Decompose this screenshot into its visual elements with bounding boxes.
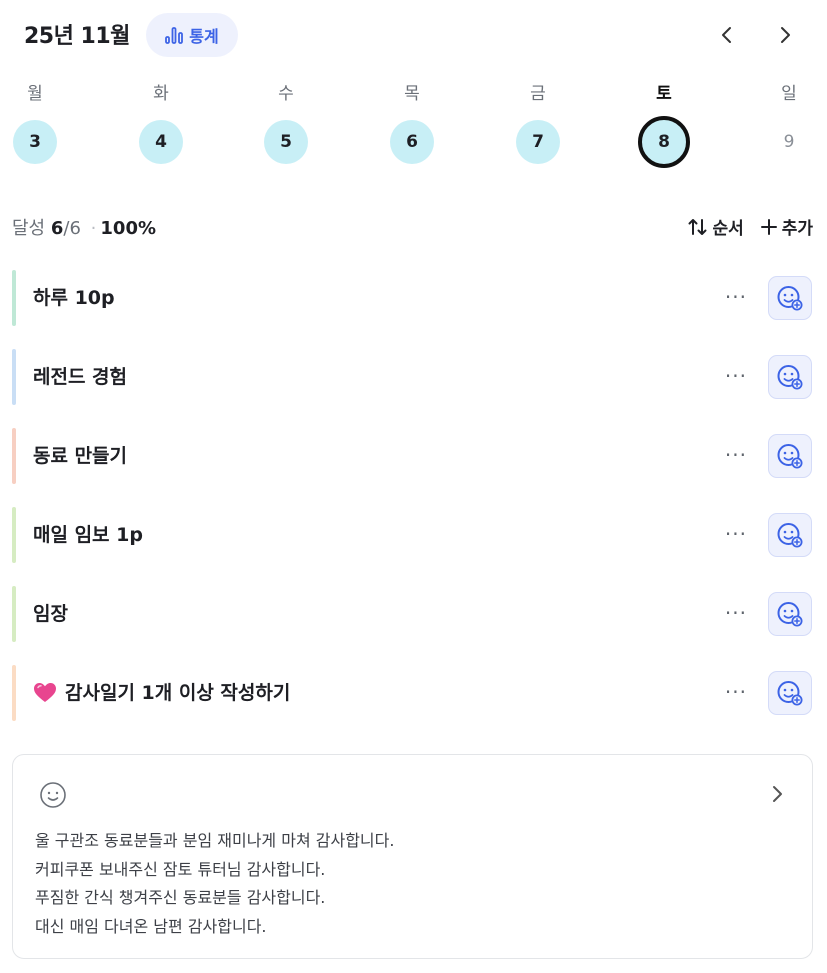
- emoji-reaction-button[interactable]: [768, 434, 812, 478]
- day-number: 7: [516, 120, 560, 164]
- next-week-button[interactable]: [770, 20, 800, 50]
- day-number-selected: 8: [638, 116, 690, 168]
- heart-icon: [34, 683, 56, 702]
- prev-week-button[interactable]: [712, 20, 742, 50]
- day-number: 9: [783, 132, 795, 152]
- achievement-summary: 달성 6/6 · 100%: [12, 214, 156, 240]
- day-name: 토: [656, 84, 672, 104]
- month-title: 25년 11월: [24, 24, 130, 49]
- journal-line: 커피쿠폰 보내주신 잠토 튜터님 감사합니다.: [35, 859, 326, 879]
- stats-button[interactable]: 통계: [146, 13, 238, 57]
- day-tue[interactable]: 화 4: [131, 80, 191, 164]
- task-item[interactable]: 레전드 경험 ···: [12, 347, 815, 407]
- smiley-icon: [40, 782, 66, 808]
- smiley-add-icon: [777, 365, 803, 390]
- chevron-right-icon: [781, 27, 790, 43]
- task-title: 매일 임보 1p: [33, 505, 143, 565]
- task-color-bar: [12, 586, 16, 642]
- emoji-reaction-button[interactable]: [768, 592, 812, 636]
- more-options-button[interactable]: ···: [725, 426, 747, 484]
- task-title: 임장: [33, 584, 68, 644]
- task-color-bar: [12, 665, 16, 721]
- task-color-bar: [12, 349, 16, 405]
- task-item[interactable]: 감사일기 1개 이상 작성하기 ···: [12, 663, 815, 723]
- sort-order-button[interactable]: 순서: [688, 214, 744, 239]
- emoji-reaction-button[interactable]: [768, 513, 812, 557]
- emoji-reaction-button[interactable]: [768, 276, 812, 320]
- bar-chart-icon: [165, 27, 184, 44]
- day-fri[interactable]: 금 7: [508, 80, 568, 164]
- task-title-text: 감사일기 1개 이상 작성하기: [65, 682, 291, 704]
- day-sun[interactable]: 일 9: [759, 80, 819, 164]
- task-item[interactable]: 동료 만들기 ···: [12, 426, 815, 486]
- task-title-text: 동료 만들기: [33, 445, 128, 467]
- task-title: 감사일기 1개 이상 작성하기: [33, 663, 290, 723]
- task-title-text: 레전드 경험: [33, 366, 128, 388]
- task-title-text: 매일 임보 1p: [33, 524, 143, 546]
- sort-arrows-icon: [688, 218, 707, 235]
- day-name: 화: [153, 84, 169, 104]
- summary-total: /6: [63, 218, 81, 239]
- day-name: 목: [404, 84, 420, 104]
- smiley-add-icon: [777, 602, 803, 627]
- day-number: 3: [13, 120, 57, 164]
- task-title: 레전드 경험: [33, 347, 127, 407]
- task-item[interactable]: 매일 임보 1p ···: [12, 505, 815, 565]
- smiley-add-icon: [777, 681, 803, 706]
- calendar-header: 25년 11월 통계: [0, 0, 827, 72]
- gratitude-journal-card[interactable]: 울 구관조 동료분들과 분임 재미나게 마쳐 감사합니다. 커피쿠폰 보내주신 …: [12, 754, 813, 959]
- add-task-button[interactable]: 추가: [760, 214, 813, 239]
- more-options-button[interactable]: ···: [725, 584, 747, 642]
- task-title: 하루 10p: [33, 268, 115, 328]
- plus-icon: [760, 218, 777, 235]
- journal-line: 대신 매임 다녀온 남편 감사합니다.: [35, 916, 267, 936]
- journal-line: 울 구관조 동료분들과 분임 재미나게 마쳐 감사합니다.: [35, 831, 395, 850]
- task-title-text: 하루 10p: [33, 287, 115, 309]
- day-name: 일: [781, 84, 797, 104]
- list-actions: 순서 추가: [688, 214, 813, 239]
- task-item[interactable]: 하루 10p ···: [12, 268, 815, 328]
- day-name: 수: [278, 84, 294, 104]
- more-options-button[interactable]: ···: [725, 268, 747, 326]
- day-wed[interactable]: 수 5: [256, 80, 316, 164]
- task-item[interactable]: 임장 ···: [12, 584, 815, 644]
- task-color-bar: [12, 428, 16, 484]
- task-color-bar: [12, 507, 16, 563]
- add-task-label: 추가: [781, 219, 813, 239]
- task-title-text: 임장: [33, 603, 68, 625]
- day-sat[interactable]: 토 8: [634, 80, 694, 168]
- chevron-right-icon[interactable]: [770, 783, 784, 805]
- task-title: 동료 만들기: [33, 426, 127, 486]
- summary-percent: 100%: [100, 218, 156, 239]
- day-number: 6: [390, 120, 434, 164]
- day-name: 월: [27, 84, 43, 104]
- day-thu[interactable]: 목 6: [382, 80, 442, 164]
- day-mon[interactable]: 월 3: [5, 80, 65, 164]
- more-options-button[interactable]: ···: [725, 663, 747, 721]
- week-strip: 월 3 화 4 수 5 목 6 금 7 토 8 일 9: [0, 80, 827, 180]
- summary-label: 달성: [12, 218, 46, 239]
- more-options-button[interactable]: ···: [725, 347, 747, 405]
- task-list: 하루 10p ··· 레전드 경험 ··· 동료 만들기 ··· 매일 임보 1…: [12, 268, 815, 742]
- summary-separator: ·: [90, 218, 97, 239]
- summary-done: 6: [50, 218, 64, 239]
- journal-text: 울 구관조 동료분들과 분임 재미나게 마쳐 감사합니다. 커피쿠폰 보내주신 …: [35, 827, 394, 941]
- emoji-reaction-button[interactable]: [768, 355, 812, 399]
- chevron-left-icon: [722, 27, 731, 43]
- day-name: 금: [530, 84, 546, 104]
- emoji-reaction-button[interactable]: [768, 671, 812, 715]
- day-number: 5: [264, 120, 308, 164]
- journal-line: 푸짐한 간식 챙겨주신 동료분들 감사합니다.: [35, 888, 326, 907]
- smiley-add-icon: [777, 444, 803, 469]
- smiley-add-icon: [777, 523, 803, 548]
- day-number: 4: [139, 120, 183, 164]
- task-color-bar: [12, 270, 16, 326]
- smiley-add-icon: [777, 286, 803, 311]
- more-options-button[interactable]: ···: [725, 505, 747, 563]
- stats-label: 통계: [189, 27, 219, 46]
- sort-order-label: 순서: [712, 219, 744, 239]
